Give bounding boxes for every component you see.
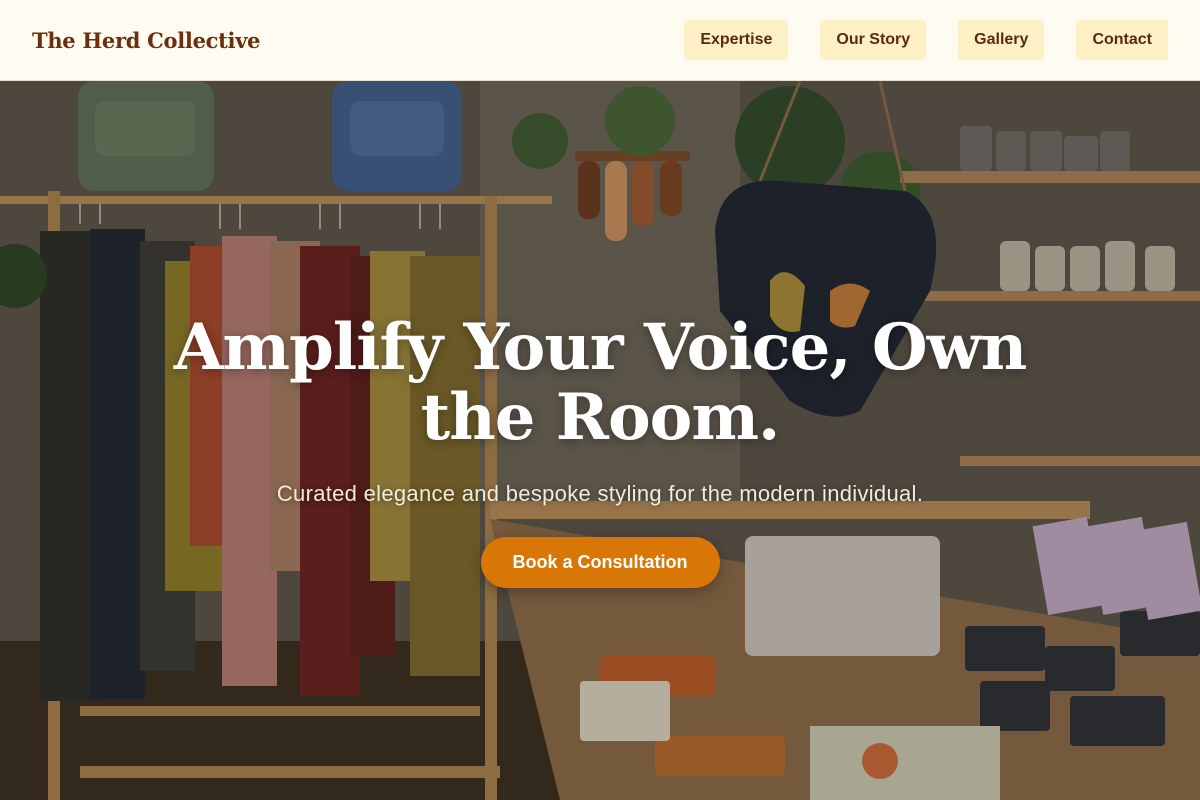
brand-logo[interactable]: The Herd Collective	[32, 28, 261, 53]
site-header: The Herd Collective Expertise Our Story …	[0, 0, 1200, 81]
hero-section: Amplify Your Voice, Own the Room. Curate…	[0, 81, 1200, 800]
nav-link-gallery[interactable]: Gallery	[958, 20, 1045, 60]
hero-subtitle: Curated elegance and bespoke styling for…	[276, 481, 924, 506]
nav-link-our-story[interactable]: Our Story	[820, 20, 927, 60]
main-nav: Expertise Our Story Gallery Contact	[684, 20, 1168, 60]
nav-link-contact[interactable]: Contact	[1076, 20, 1168, 60]
hero-content: Amplify Your Voice, Own the Room. Curate…	[0, 81, 1200, 800]
nav-link-expertise[interactable]: Expertise	[684, 20, 789, 60]
book-consultation-button[interactable]: Book a Consultation	[480, 537, 720, 588]
hero-title: Amplify Your Voice, Own the Room.	[173, 310, 1028, 455]
